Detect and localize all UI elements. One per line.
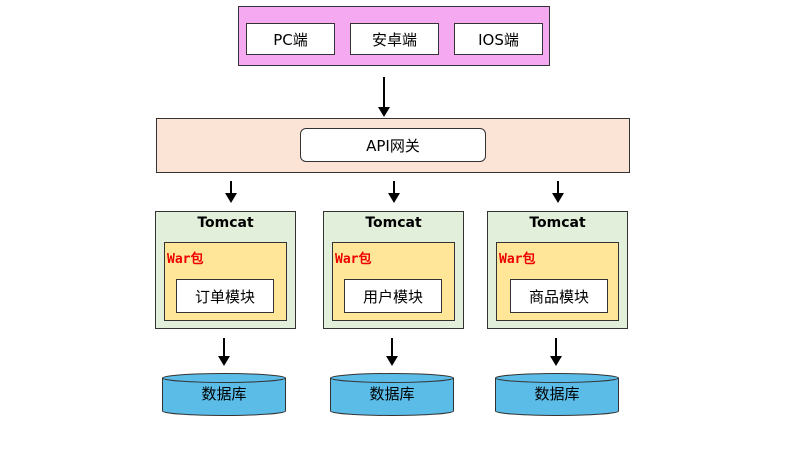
order-module: 订单模块 xyxy=(176,279,274,313)
arrow-product-to-db xyxy=(550,338,562,366)
database-label: 数据库 xyxy=(534,385,580,403)
war-label: War包 xyxy=(167,252,204,267)
arrow-gateway-to-order xyxy=(225,181,237,203)
war-package: War包 商品模块 xyxy=(496,242,619,321)
tomcat-user: Tomcat War包 用户模块 xyxy=(323,211,464,329)
arrow-gateway-to-product xyxy=(552,181,564,203)
database-order: 数据库 xyxy=(162,373,286,416)
tomcat-title: Tomcat xyxy=(197,215,254,231)
client-ios: IOS端 xyxy=(454,23,543,55)
war-label: War包 xyxy=(335,252,372,267)
product-module: 商品模块 xyxy=(510,279,608,313)
tomcat-product: Tomcat War包 商品模块 xyxy=(487,211,628,329)
client-pc: PC端 xyxy=(246,23,335,55)
tomcat-order: Tomcat War包 订单模块 xyxy=(155,211,296,329)
tomcat-title: Tomcat xyxy=(365,215,422,231)
database-user: 数据库 xyxy=(330,373,454,416)
database-label: 数据库 xyxy=(201,385,247,403)
arrow-order-to-db xyxy=(218,338,230,366)
database-label: 数据库 xyxy=(369,385,415,403)
user-module: 用户模块 xyxy=(344,279,442,313)
arrow-user-to-db xyxy=(386,338,398,366)
database-product: 数据库 xyxy=(495,373,619,416)
arrow-gateway-to-user xyxy=(388,181,400,203)
war-package: War包 用户模块 xyxy=(332,242,455,321)
api-gateway: API网关 xyxy=(300,128,486,162)
arrow-clients-to-gateway xyxy=(378,77,390,117)
war-package: War包 订单模块 xyxy=(164,242,287,321)
client-layer: PC端 安卓端 IOS端 xyxy=(238,6,550,66)
tomcat-title: Tomcat xyxy=(529,215,586,231)
client-android: 安卓端 xyxy=(350,23,439,55)
war-label: War包 xyxy=(499,252,536,267)
